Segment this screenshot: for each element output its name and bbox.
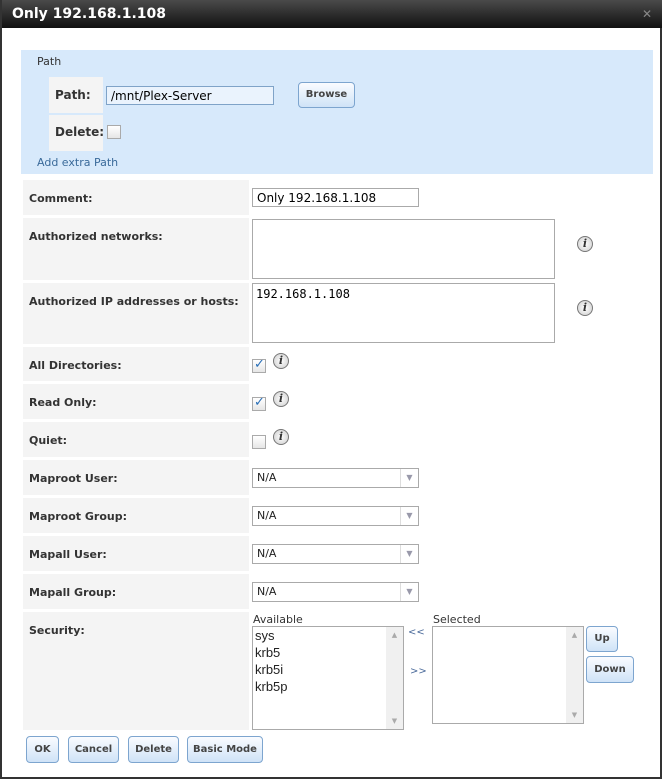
dialog-title: Only 192.168.1.108 [12, 6, 167, 22]
mapall-group-label: Mapall Group: [23, 574, 249, 609]
path-input[interactable] [106, 86, 274, 105]
info-icon[interactable]: i [273, 391, 289, 407]
delete-checkbox[interactable] [107, 125, 121, 139]
cancel-button[interactable]: Cancel [68, 736, 119, 763]
chevron-down-icon: ▼ [400, 545, 418, 563]
mapall-user-select[interactable]: N/A ▼ [252, 544, 419, 564]
quiet-label: Quiet: [23, 422, 249, 457]
hosts-label: Authorized IP addresses or hosts: [23, 283, 249, 344]
chevron-down-icon: ▼ [400, 469, 418, 487]
browse-button[interactable]: Browse [298, 82, 355, 108]
path-legend: Path [37, 55, 62, 68]
scrollbar[interactable]: ▲ ▼ [386, 627, 403, 729]
comment-input[interactable] [252, 188, 419, 207]
comment-label: Comment: [23, 180, 249, 215]
all-directories-label: All Directories: [23, 347, 249, 381]
delete-label: Delete: [49, 115, 104, 151]
read-only-label: Read Only: [23, 384, 249, 419]
move-left-button[interactable]: << [408, 627, 425, 638]
networks-label: Authorized networks: [23, 218, 249, 280]
info-icon[interactable]: i [577, 300, 593, 316]
path-fieldset: Path Path: Browse Delete: Add extra Path [21, 50, 653, 174]
list-item[interactable]: krb5p [253, 678, 403, 695]
scrollbar[interactable]: ▲ ▼ [566, 627, 583, 723]
up-button[interactable]: Up [586, 626, 618, 652]
selected-label: Selected [433, 613, 481, 626]
path-label: Path: [49, 77, 103, 113]
list-item[interactable]: sys [253, 627, 403, 644]
available-label: Available [253, 613, 303, 626]
info-icon[interactable]: i [273, 429, 289, 445]
ok-button[interactable]: OK [26, 736, 59, 763]
selected-value: N/A [257, 471, 277, 484]
info-icon[interactable]: i [273, 353, 289, 369]
networks-textarea[interactable] [252, 219, 555, 279]
list-item[interactable]: krb5i [253, 661, 403, 678]
mapall-group-select[interactable]: N/A ▼ [252, 582, 419, 602]
chevron-down-icon: ▼ [400, 583, 418, 601]
move-right-button[interactable]: >> [410, 666, 427, 677]
maproot-user-label: Maproot User: [23, 460, 249, 495]
chevron-down-icon: ▼ [400, 507, 418, 525]
basic-mode-button[interactable]: Basic Mode [187, 736, 263, 763]
read-only-checkbox[interactable] [252, 395, 266, 411]
quiet-checkbox[interactable] [252, 435, 266, 449]
dialog-window: Only 192.168.1.108 ✕ Path Path: Browse De… [0, 0, 662, 779]
info-icon[interactable]: i [577, 236, 593, 252]
available-listbox[interactable]: sys krb5 krb5i krb5p ▲ ▼ [252, 626, 404, 730]
maproot-group-select[interactable]: N/A ▼ [252, 506, 419, 526]
hosts-textarea[interactable]: 192.168.1.108 [252, 283, 555, 343]
selected-value: N/A [257, 547, 277, 560]
add-extra-path-link[interactable]: Add extra Path [37, 156, 118, 169]
maproot-user-select[interactable]: N/A ▼ [252, 468, 419, 488]
selected-listbox[interactable]: ▲ ▼ [432, 626, 584, 724]
selected-value: N/A [257, 509, 277, 522]
title-bar: Only 192.168.1.108 ✕ [2, 0, 662, 28]
security-label: Security: [23, 612, 249, 730]
mapall-user-label: Mapall User: [23, 536, 249, 571]
selected-value: N/A [257, 585, 277, 598]
all-directories-checkbox[interactable] [252, 357, 266, 373]
list-item[interactable]: krb5 [253, 644, 403, 661]
down-button[interactable]: Down [586, 656, 634, 683]
close-icon[interactable]: ✕ [642, 0, 652, 28]
maproot-group-label: Maproot Group: [23, 498, 249, 533]
delete-button[interactable]: Delete [128, 736, 179, 763]
